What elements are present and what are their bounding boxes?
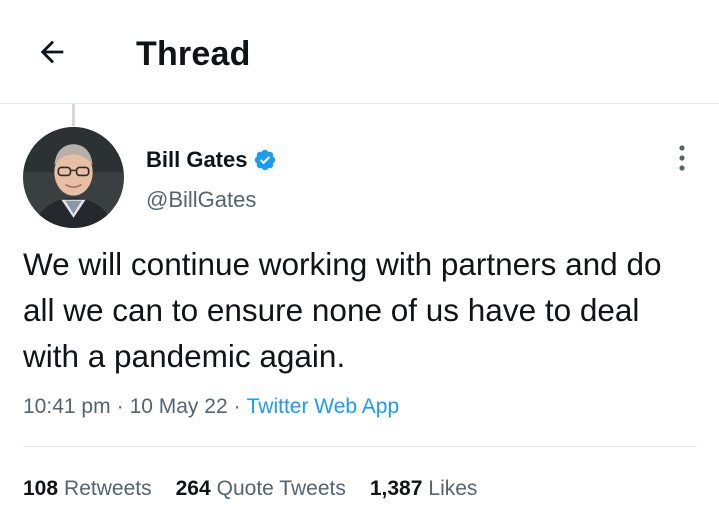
- quote-tweets-count: 264: [175, 477, 211, 500]
- back-button[interactable]: [28, 30, 76, 78]
- author-handle[interactable]: @BillGates: [146, 184, 256, 216]
- tweet-metadata: 10:41 pm · 10 May 22 · Twitter Web App: [23, 390, 399, 424]
- likes-stat[interactable]: 1,387 Likes: [370, 472, 478, 506]
- top-bar: Thread: [0, 0, 719, 104]
- more-vertical-icon: [678, 144, 686, 177]
- page-title: Thread: [136, 35, 251, 73]
- retweets-label: Retweets: [64, 477, 152, 500]
- meta-separator: ·: [233, 395, 241, 418]
- avatar[interactable]: [23, 127, 124, 228]
- quote-tweets-stat[interactable]: 264 Quote Tweets: [176, 472, 346, 506]
- quote-tweets-label: Quote Tweets: [216, 477, 346, 500]
- author-name-row[interactable]: Bill Gates: [146, 144, 277, 176]
- tweet-date[interactable]: 10 May 22: [130, 395, 228, 418]
- tweet-source-link[interactable]: Twitter Web App: [247, 395, 400, 418]
- thread-connector-line: [72, 104, 75, 126]
- author-name: Bill Gates: [146, 147, 248, 172]
- divider: [23, 446, 697, 447]
- retweets-stat[interactable]: 108 Retweets: [23, 472, 152, 506]
- more-options-button[interactable]: [664, 140, 700, 180]
- likes-label: Likes: [428, 477, 478, 500]
- verified-badge-icon: [253, 148, 277, 172]
- arrow-left-icon: [35, 35, 69, 74]
- tweet-text: We will continue working with partners a…: [23, 246, 662, 374]
- likes-count: 1,387: [369, 477, 423, 500]
- retweets-count: 108: [23, 477, 59, 500]
- tweet-time[interactable]: 10:41 pm: [23, 395, 111, 418]
- meta-separator: ·: [116, 395, 124, 418]
- engagement-stats: 108 Retweets 264 Quote Tweets 1,387 Likes: [23, 472, 501, 506]
